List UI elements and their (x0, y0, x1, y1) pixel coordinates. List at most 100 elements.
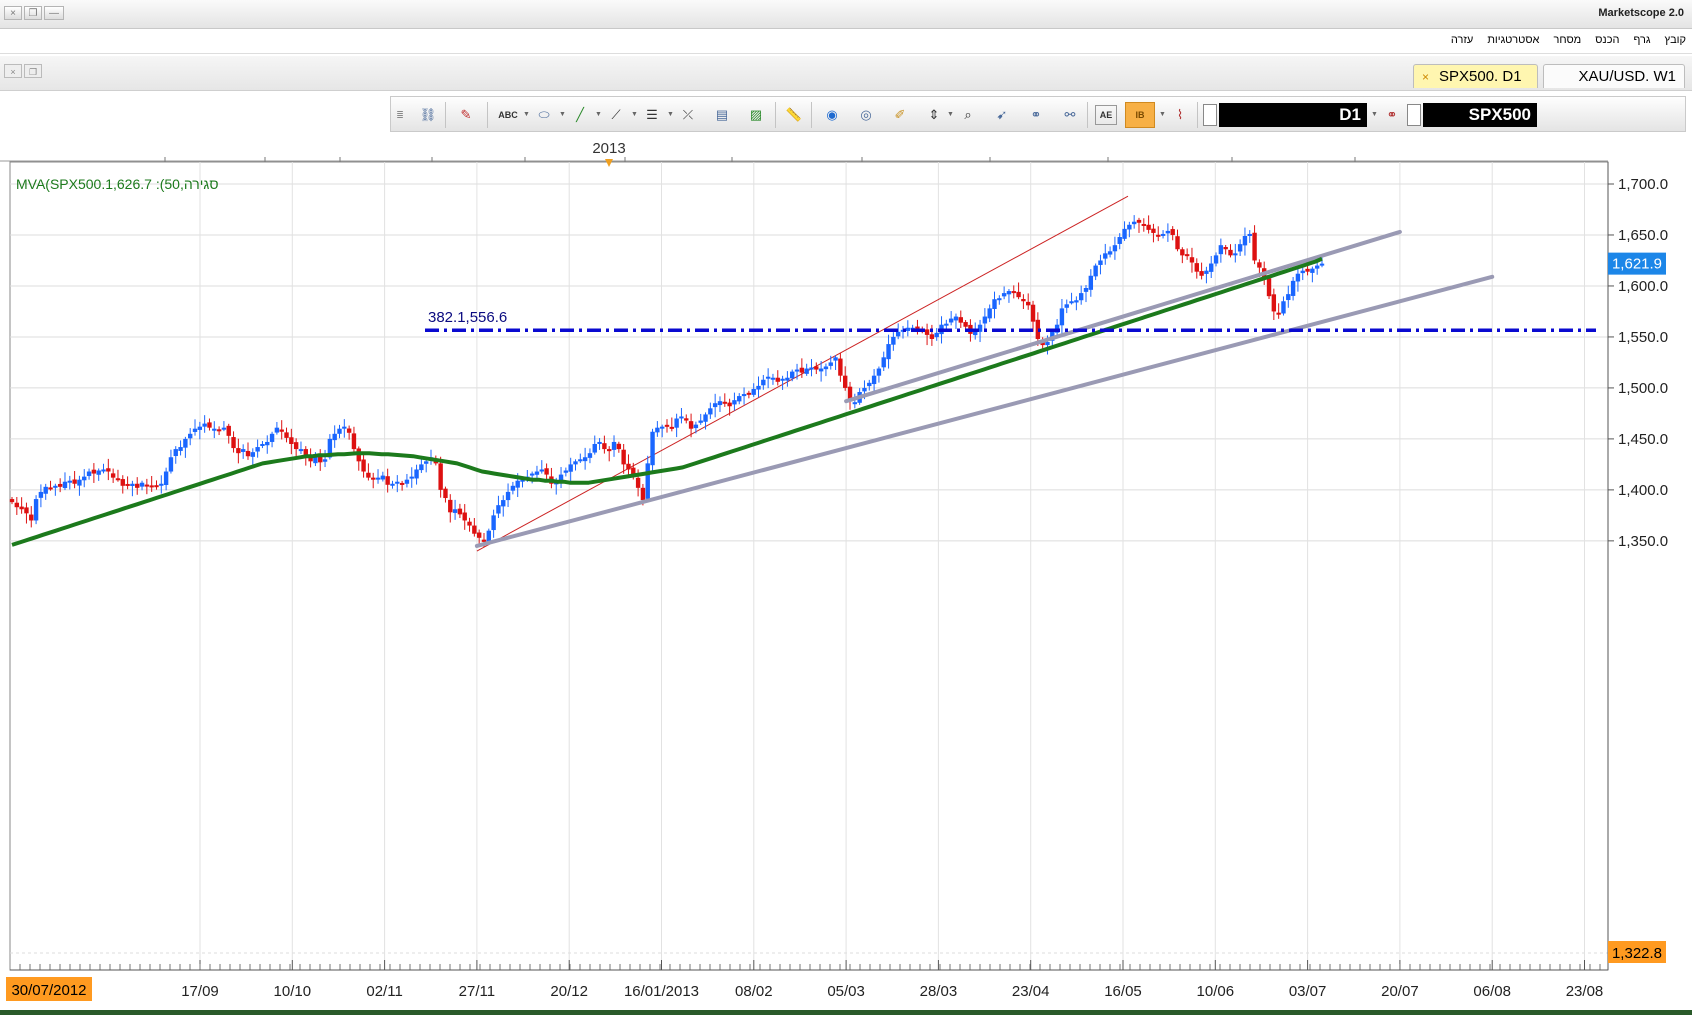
tab-xauusd-w1[interactable]: XAU/USD. W1 (1543, 64, 1685, 88)
symbol-scroll-handle[interactable] (1407, 104, 1421, 126)
sync-icon[interactable]: ⚭ (1381, 105, 1403, 125)
y-tick-label: 1,550.0 (1618, 329, 1668, 346)
format-ae-icon[interactable]: AE (1095, 105, 1117, 125)
menu-bar: קובץ גרף הכנס מסחר אסטרטגיות עזרה (0, 29, 1692, 54)
menu-strategies[interactable]: אסטרטגיות (1487, 34, 1539, 46)
year-label: 2013 (592, 140, 625, 157)
close-chart-icon[interactable]: × (4, 64, 22, 78)
bull-candle (414, 469, 419, 479)
tab-spx500-d1[interactable]: × SPX500. D1 (1413, 64, 1538, 88)
menu-trading[interactable]: מסחר (1553, 34, 1581, 46)
bear-candle (115, 478, 121, 481)
bull-candle (139, 482, 145, 487)
measure-ruler-icon[interactable]: 📏 (783, 105, 805, 125)
bear-candle (1266, 278, 1272, 297)
close-tab-icon[interactable]: × (1422, 70, 1429, 84)
bull-candle (130, 483, 135, 487)
dropdown-arrow-icon[interactable]: ▼ (947, 111, 954, 118)
price-chart[interactable]: 1,350.0 1,400.0 1,450.0 1,500.0 1,550.0 1,600… (0, 134, 1692, 1010)
link-icon[interactable]: ⚭ (1025, 105, 1047, 125)
status-strip (0, 1010, 1692, 1015)
bull-candle (761, 379, 766, 386)
bull-candle (582, 457, 588, 462)
layout-ib-icon[interactable]: IB (1125, 102, 1155, 128)
bear-candle (1276, 312, 1281, 315)
dropdown-arrow-icon[interactable]: ▼ (1159, 111, 1166, 118)
bull-candle (250, 452, 256, 457)
bear-candle (366, 472, 371, 478)
eraser-icon[interactable]: ✎ (455, 105, 477, 125)
x-tick-label: 27/11 (459, 983, 495, 1000)
timeframe-field[interactable]: D1 (1219, 103, 1367, 127)
ruler-cross-icon[interactable]: ⤫ (677, 105, 699, 125)
chart-frame (0, 160, 1609, 971)
bull-candle (770, 377, 776, 380)
app-title: Marketscope 2.0 (1598, 7, 1684, 19)
image-icon[interactable]: ▨ (745, 105, 767, 125)
restore-window-button[interactable]: ❐ (24, 6, 42, 20)
bear-candle (1257, 262, 1262, 268)
bear-candle (72, 479, 77, 484)
bear-candle (799, 367, 805, 373)
y-tick-label: 1,650.0 (1618, 227, 1668, 244)
y-tick-label: 1,450.0 (1618, 431, 1668, 448)
bear-candle (1011, 291, 1016, 294)
bull-candle (212, 428, 217, 431)
bull-candle (192, 428, 198, 432)
menu-help[interactable]: עזרה (1451, 34, 1473, 46)
eye-icon[interactable]: ◎ (855, 105, 877, 125)
text-abc-icon[interactable]: ABC (497, 105, 519, 125)
timeframe-scroll-handle[interactable] (1203, 104, 1217, 126)
bear-candle (688, 421, 694, 429)
dropdown-arrow-icon[interactable]: ▼ (523, 111, 530, 118)
bear-candle (1021, 299, 1026, 302)
panel-icon[interactable]: ≣ (393, 105, 407, 125)
bull-candle (794, 369, 800, 372)
bull-candle (274, 427, 280, 433)
bear-candle (929, 334, 935, 339)
bull-candle (712, 403, 718, 408)
bear-candle (1194, 263, 1199, 272)
dropdown-arrow-icon[interactable]: ▼ (1371, 111, 1378, 118)
bull-candle (650, 431, 655, 466)
note-icon[interactable]: ✐ (889, 105, 911, 125)
zoom-chart-icon[interactable]: ⌕ (957, 105, 979, 125)
menu-chart[interactable]: גרף (1633, 34, 1650, 46)
bear-candle (1189, 257, 1195, 263)
globe-icon[interactable]: ◉ (821, 105, 843, 125)
menu-file[interactable]: קובץ (1665, 34, 1686, 46)
menu-insert[interactable]: הכנס (1595, 34, 1619, 46)
bear-candle (351, 433, 357, 450)
dropdown-arrow-icon[interactable]: ▼ (559, 111, 566, 118)
x-tick-label: 16/01/2013 (624, 983, 699, 1000)
bull-candle (1237, 244, 1243, 252)
cursor-icon[interactable]: ➹ (991, 105, 1013, 125)
chart-window-icon[interactable]: ▤ (711, 105, 733, 125)
fan-icon[interactable]: ⟋ (605, 105, 627, 125)
bull-candle (168, 457, 174, 472)
bear-candle (457, 508, 463, 515)
dropdown-arrow-icon[interactable]: ▼ (631, 111, 638, 118)
close-window-button[interactable]: × (4, 6, 22, 20)
line-draw-icon[interactable]: ╱ (569, 105, 591, 125)
symbol-field[interactable]: SPX500 (1423, 103, 1537, 127)
restore-chart-icon[interactable]: ❐ (24, 64, 42, 78)
vertical-range-icon[interactable]: ⇕ (923, 105, 945, 125)
dropdown-arrow-icon[interactable]: ▼ (667, 111, 674, 118)
ellipse-icon[interactable]: ⬭ (533, 105, 555, 125)
bull-candle (818, 368, 824, 372)
bull-candle (240, 449, 246, 452)
dropdown-arrow-icon[interactable]: ▼ (595, 111, 602, 118)
minimize-window-button[interactable]: — (44, 6, 64, 20)
bull-candle (337, 428, 342, 434)
bear-candle (746, 392, 752, 395)
indicator-chart-icon[interactable]: ⌇ (1169, 105, 1191, 125)
hierarchy-icon[interactable]: ⛓ (417, 105, 439, 125)
bull-candle (1247, 233, 1252, 236)
bear-candle (245, 450, 251, 457)
bull-candle (38, 491, 44, 498)
bear-candle (1146, 224, 1151, 230)
link-alt-icon[interactable]: ⚯ (1059, 105, 1081, 125)
levels-icon[interactable]: ☰ (641, 105, 663, 125)
bull-candle (886, 344, 891, 360)
